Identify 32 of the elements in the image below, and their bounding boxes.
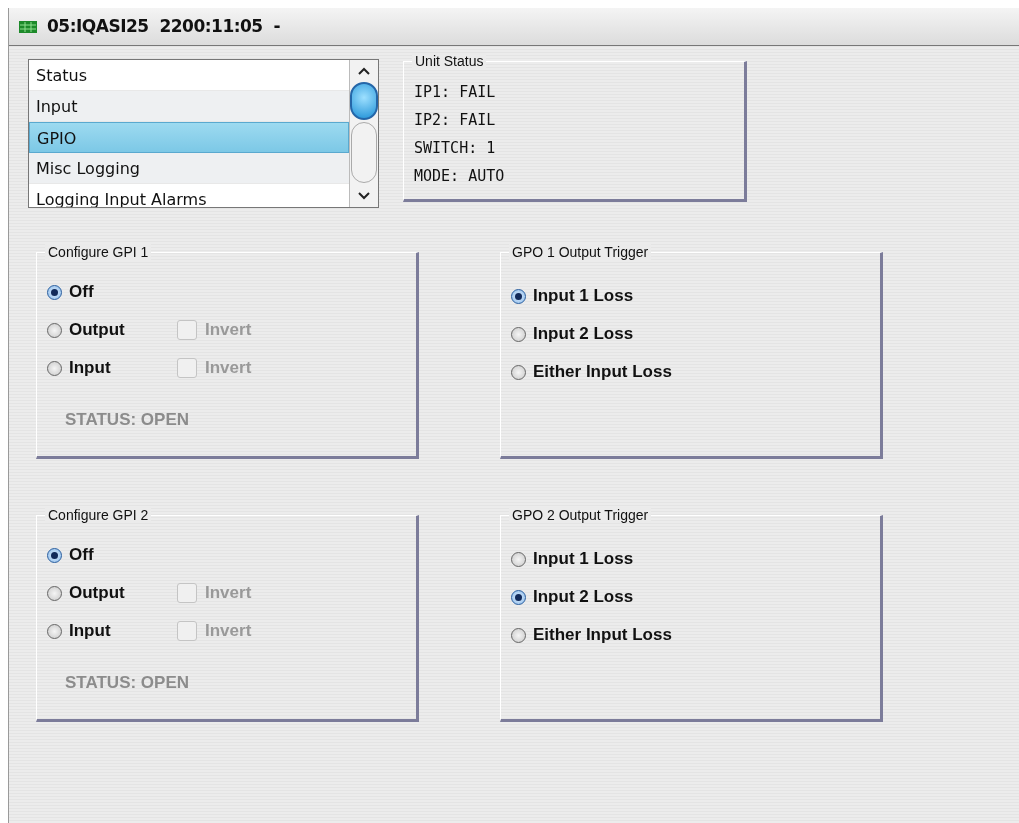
radio-option[interactable]: Output: [47, 317, 177, 343]
radio-option[interactable]: Input 1 Loss: [511, 283, 811, 309]
radio-option[interactable]: Input 2 Loss: [511, 584, 811, 610]
list-item[interactable]: GPIO: [29, 122, 349, 153]
panel-title: GPO 1 Output Trigger: [509, 244, 652, 260]
list-item[interactable]: Misc Logging: [29, 153, 349, 184]
panel-title: Unit Status: [412, 53, 487, 69]
radio-option[interactable]: Input 2 Loss: [511, 321, 811, 347]
radio-option[interactable]: Off: [47, 542, 177, 568]
board-icon: [19, 20, 37, 33]
scroll-up-icon[interactable]: [357, 66, 371, 76]
radio-option[interactable]: Either Input Loss: [511, 359, 811, 385]
status-line: IP2: FAIL: [414, 110, 497, 131]
panel-title: Configure GPI 2: [45, 507, 152, 523]
status-text: STATUS: OPEN: [64, 409, 191, 431]
window-title: 05:IQASI25 2200:11:05 -: [47, 14, 281, 38]
status-text: STATUS: OPEN: [64, 672, 191, 694]
scroll-down-icon[interactable]: [357, 191, 371, 201]
radio-option[interactable]: Output: [47, 580, 177, 606]
list-item[interactable]: Input: [29, 91, 349, 122]
radio-option[interactable]: Input: [47, 618, 177, 644]
status-line: SWITCH: 1: [414, 138, 497, 159]
radio-option[interactable]: Off: [47, 279, 177, 305]
radio-option[interactable]: Either Input Loss: [511, 622, 811, 648]
status-line: MODE: AUTO: [414, 166, 506, 187]
radio-option[interactable]: Input: [47, 355, 177, 381]
scrollbar[interactable]: [349, 60, 378, 207]
panel-title: GPO 2 Output Trigger: [509, 507, 652, 523]
scroll-thumb[interactable]: [350, 82, 378, 120]
status-line: IP1: FAIL: [414, 82, 497, 103]
panel-title: Configure GPI 1: [45, 244, 152, 260]
radio-option[interactable]: Input 1 Loss: [511, 546, 811, 572]
